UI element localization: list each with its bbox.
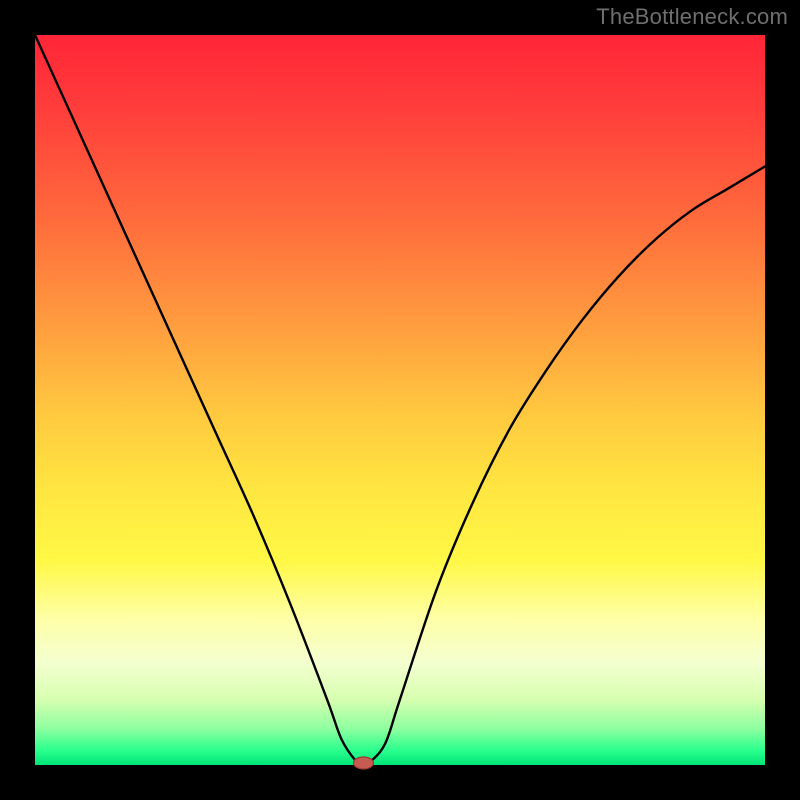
minimum-marker [354, 757, 374, 769]
chart-frame: TheBottleneck.com [0, 0, 800, 800]
plot-area [35, 35, 765, 765]
watermark-text: TheBottleneck.com [596, 4, 788, 30]
chart-overlay [35, 35, 765, 765]
bottleneck-curve [35, 35, 765, 765]
